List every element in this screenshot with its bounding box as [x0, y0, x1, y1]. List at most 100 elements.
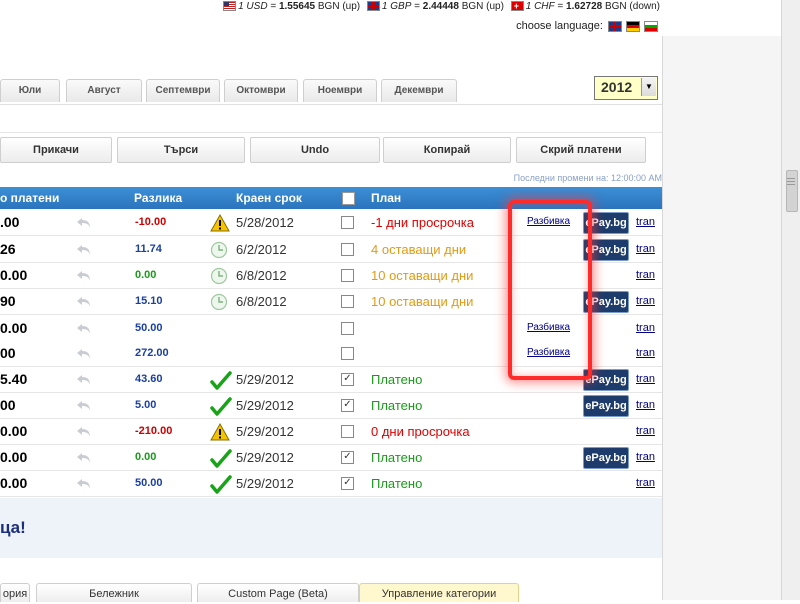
undo-icon[interactable] — [76, 295, 92, 309]
undo-icon[interactable] — [76, 347, 92, 361]
undo-icon[interactable] — [76, 425, 92, 439]
paid-checkbox[interactable]: ✓ — [341, 477, 354, 490]
rate-chf: 1 CHF = 1.62728 BGN (down) — [510, 0, 660, 14]
plan-status: Платено — [371, 450, 423, 465]
difference-value: 50.00 — [135, 477, 163, 489]
paid-amount: 00 — [0, 397, 16, 413]
attach-button[interactable]: Прикачи — [0, 137, 112, 163]
due-date: 5/29/2012 — [236, 450, 294, 465]
month-tabs: Юли Август Септември Октомври Ноември Де… — [0, 76, 662, 105]
plan-status: 4 оставащи дни — [371, 242, 467, 257]
difference-value: 0.00 — [135, 269, 157, 281]
check-icon — [210, 449, 232, 468]
plan-status: -1 дни просрочка — [371, 215, 474, 230]
epay-button[interactable]: ePay.bg — [583, 447, 629, 469]
tran-link[interactable]: tran — [636, 425, 655, 437]
header-paid: о платени — [0, 191, 60, 205]
epay-button[interactable]: ePay.bg — [583, 395, 629, 417]
undo-icon[interactable] — [76, 322, 92, 336]
language-chooser: choose language: — [516, 20, 660, 32]
tran-link[interactable]: tran — [636, 269, 655, 281]
scrollbar[interactable] — [781, 0, 800, 600]
language-label: choose language: — [516, 20, 603, 32]
due-date: 5/28/2012 — [236, 215, 294, 230]
tab-month-october[interactable]: Октомври — [224, 79, 298, 102]
tran-link[interactable]: tran — [636, 399, 655, 411]
undo-button[interactable]: Undo — [250, 137, 380, 163]
scrollbar-thumb[interactable] — [786, 170, 798, 212]
due-date: 6/8/2012 — [236, 294, 287, 309]
paid-checkbox[interactable] — [341, 425, 354, 438]
undo-icon[interactable] — [76, 399, 92, 413]
last-change-text: Последни промени на: 12:00:00 AM — [513, 173, 662, 183]
paid-amount: 0.00 — [0, 320, 28, 336]
table-row: 0.00 50.00 5/29/2012 ✓ Платено tran — [0, 471, 662, 497]
tran-link[interactable]: tran — [636, 322, 655, 334]
bulgarian-flag-icon[interactable] — [644, 20, 658, 32]
due-date: 5/29/2012 — [236, 372, 294, 387]
tab-category[interactable]: ория — [0, 583, 30, 602]
tab-month-september[interactable]: Септември — [146, 79, 220, 102]
currency-rates: 1 USD = 1.55645 BGN (up) 1 GBP = 2.44448… — [219, 0, 660, 16]
paid-amount: 5.40 — [0, 371, 28, 387]
difference-value: 5.00 — [135, 399, 157, 411]
tab-month-december[interactable]: Декември — [381, 79, 457, 102]
undo-icon[interactable] — [76, 477, 92, 491]
uk-flag-icon — [366, 1, 380, 12]
paid-checkbox[interactable]: ✓ — [341, 399, 354, 412]
paid-checkbox[interactable]: ✓ — [341, 373, 354, 386]
check-icon — [210, 397, 232, 416]
paid-checkbox[interactable] — [341, 269, 354, 282]
hide-paid-button[interactable]: Скрий платени — [516, 137, 646, 163]
paid-checkbox[interactable] — [341, 243, 354, 256]
tran-link[interactable]: tran — [636, 295, 655, 307]
tab-manage-categories[interactable]: Управление категории — [359, 583, 519, 602]
english-flag-icon[interactable] — [608, 20, 622, 32]
check-icon — [210, 371, 232, 390]
paid-amount: 0.00 — [0, 449, 28, 465]
tab-notebook[interactable]: Бележник — [36, 583, 192, 602]
plan-status: Платено — [371, 476, 423, 491]
difference-value: 50.00 — [135, 322, 163, 334]
german-flag-icon[interactable] — [626, 20, 640, 32]
clock-icon — [210, 267, 230, 285]
tran-link[interactable]: tran — [636, 216, 655, 228]
select-all-checkbox[interactable] — [342, 192, 355, 205]
undo-icon[interactable] — [76, 373, 92, 387]
due-date: 5/29/2012 — [236, 424, 294, 439]
tran-link[interactable]: tran — [636, 243, 655, 255]
undo-icon[interactable] — [76, 451, 92, 465]
due-date: 5/29/2012 — [236, 398, 294, 413]
tran-link[interactable]: tran — [636, 477, 655, 489]
undo-icon[interactable] — [76, 216, 92, 230]
clock-icon — [210, 293, 230, 311]
tab-month-august[interactable]: Август — [66, 79, 142, 102]
undo-icon[interactable] — [76, 269, 92, 283]
scrollbar-grip — [787, 178, 795, 179]
tab-month-november[interactable]: Ноември — [303, 79, 377, 102]
warning-icon — [210, 422, 230, 441]
us-flag-icon — [223, 1, 237, 12]
paid-checkbox[interactable]: ✓ — [341, 451, 354, 464]
paid-checkbox[interactable] — [341, 347, 354, 360]
swiss-flag-icon — [510, 0, 524, 13]
check-icon — [210, 475, 232, 494]
tab-custom-page[interactable]: Custom Page (Beta) — [197, 583, 359, 602]
year-select[interactable]: 2012 ▼ — [594, 76, 658, 100]
plan-status: Платено — [371, 372, 423, 387]
paid-amount: 0.00 — [0, 475, 28, 491]
paid-amount: .00 — [0, 214, 20, 230]
paid-checkbox[interactable] — [341, 322, 354, 335]
tran-link[interactable]: tran — [636, 347, 655, 359]
undo-icon[interactable] — [76, 243, 92, 257]
tran-link[interactable]: tran — [636, 373, 655, 385]
paid-checkbox[interactable] — [341, 216, 354, 229]
tran-link[interactable]: tran — [636, 451, 655, 463]
tab-month-july[interactable]: Юли — [0, 79, 60, 102]
chevron-down-icon[interactable]: ▼ — [641, 78, 656, 96]
copy-button[interactable]: Копирай — [383, 137, 511, 163]
difference-value: 272.00 — [135, 347, 169, 359]
search-button[interactable]: Търси — [117, 137, 245, 163]
paid-checkbox[interactable] — [341, 295, 354, 308]
table-row: 00 5.00 5/29/2012 ✓ Платено ePay.bg tran — [0, 393, 662, 419]
